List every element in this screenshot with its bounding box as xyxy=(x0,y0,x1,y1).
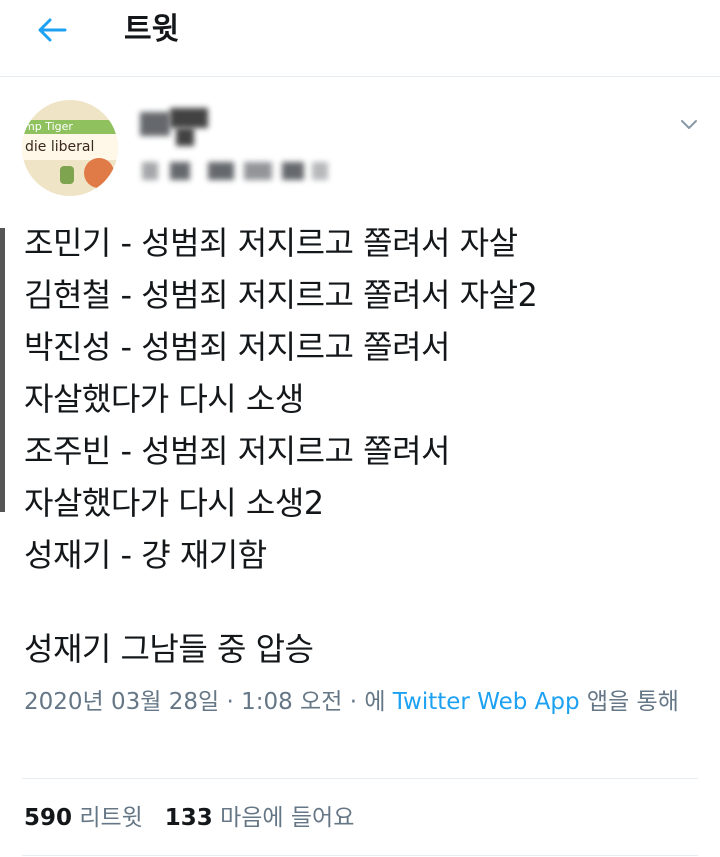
tweet-line: 김현철 - 성범죄 저지르고 쫄려서 자살2 xyxy=(24,276,538,314)
page-title: 트윗 xyxy=(124,12,180,47)
avatar-text-top: mp Tiger xyxy=(24,120,73,133)
tweet-text: 조민기 - 성범죄 저지르고 쫄려서 자살 김현철 - 성범죄 저지르고 쫄려서… xyxy=(24,217,538,581)
divider xyxy=(22,778,698,779)
avatar[interactable]: mp Tiger die liberal xyxy=(22,100,118,196)
top-bar: 트윗 xyxy=(0,0,720,77)
avatar-decoration xyxy=(60,166,74,184)
retweet-count-link[interactable]: 590 리트윗 xyxy=(24,805,143,831)
tweet-line: 자살했다가 다시 소생 xyxy=(24,380,304,418)
tweet-line: 자살했다가 다시 소생2 xyxy=(24,484,324,522)
tweet-line: 조민기 - 성범죄 저지르고 쫄려서 자살 xyxy=(24,224,518,262)
divider xyxy=(22,855,698,856)
tweet-line: 성재기 - 걍 재기함 xyxy=(24,536,267,574)
more-options-button[interactable] xyxy=(676,114,702,136)
avatar-decoration xyxy=(84,158,114,188)
tweet-line-final: 성재기 그남들 중 압승 xyxy=(24,630,314,668)
like-label: 마음에 들어요 xyxy=(220,805,355,831)
source-suffix: 앱을 통해 xyxy=(579,689,679,715)
avatar-text-main: die liberal xyxy=(25,139,95,155)
like-count: 133 xyxy=(164,805,213,831)
engagement-stats: 590 리트윗 133 마음에 들어요 xyxy=(24,798,354,838)
tweet-timestamp: 2020년 03월 28일 · 1:08 오전 · 에 xyxy=(24,689,393,715)
tweet-line: 조주빈 - 성범죄 저지르고 쫄려서 xyxy=(24,432,450,470)
retweet-count: 590 xyxy=(24,805,73,831)
tweet-line: 박진성 - 성범죄 저지르고 쫄려서 xyxy=(24,328,450,366)
like-count-link[interactable]: 133 마음에 들어요 xyxy=(165,805,355,831)
back-button[interactable] xyxy=(34,14,70,46)
source-app-link[interactable]: Twitter Web App xyxy=(393,689,580,715)
tweet-metadata: 2020년 03월 28일 · 1:08 오전 · 에 Twitter Web … xyxy=(24,683,699,721)
retweet-label: 리트윗 xyxy=(79,805,143,831)
edge-scroll-indicator xyxy=(0,228,5,512)
chevron-down-icon xyxy=(681,120,697,129)
back-arrow-icon xyxy=(38,18,67,42)
